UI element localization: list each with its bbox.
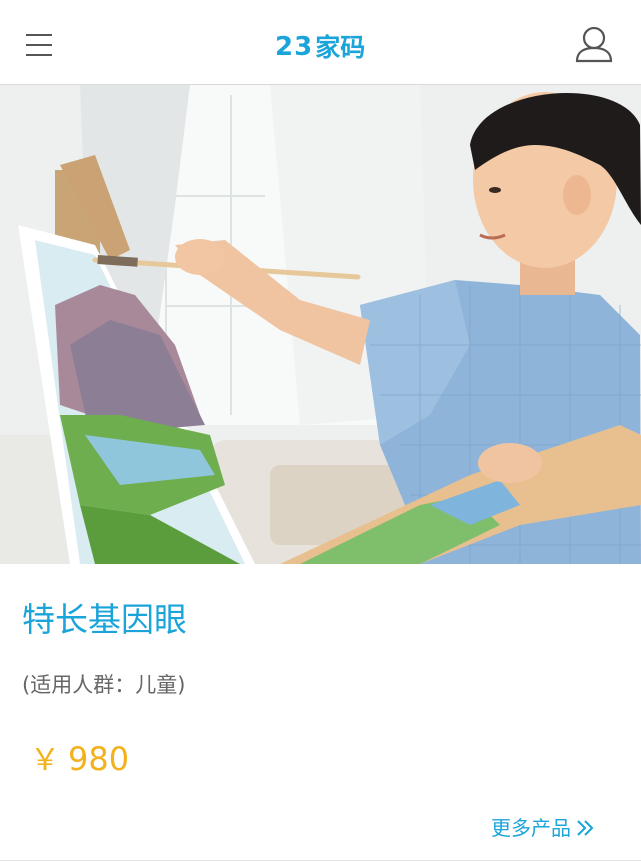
- top-header: 23 家码: [0, 0, 641, 85]
- brand-logo[interactable]: 23 家码: [275, 30, 365, 64]
- product-title: 特长基因眼: [22, 600, 187, 639]
- target-audience: (适用人群：儿童): [22, 673, 186, 697]
- double-chevron-right-icon: [577, 820, 594, 836]
- currency-symbol: ￥: [30, 743, 60, 778]
- bottom-divider: [0, 860, 641, 861]
- price-value: 980: [68, 740, 130, 778]
- hamburger-menu-icon: [26, 34, 52, 56]
- product-price: ￥ 980: [30, 738, 129, 782]
- menu-button[interactable]: [24, 30, 54, 60]
- user-profile-button[interactable]: [574, 24, 614, 64]
- child-painting-illustration: [0, 85, 641, 564]
- more-products-label: 更多产品: [491, 816, 571, 840]
- logo-text: 家码: [315, 32, 366, 62]
- product-page: 23 家码 特长基因眼 (适用人群：儿童) ￥ 980 更多产品: [0, 0, 641, 865]
- hero-image: [0, 85, 641, 564]
- more-products-link[interactable]: 更多产品: [491, 814, 595, 842]
- logo-digits: 23: [275, 32, 314, 62]
- user-profile-icon: [575, 26, 613, 63]
